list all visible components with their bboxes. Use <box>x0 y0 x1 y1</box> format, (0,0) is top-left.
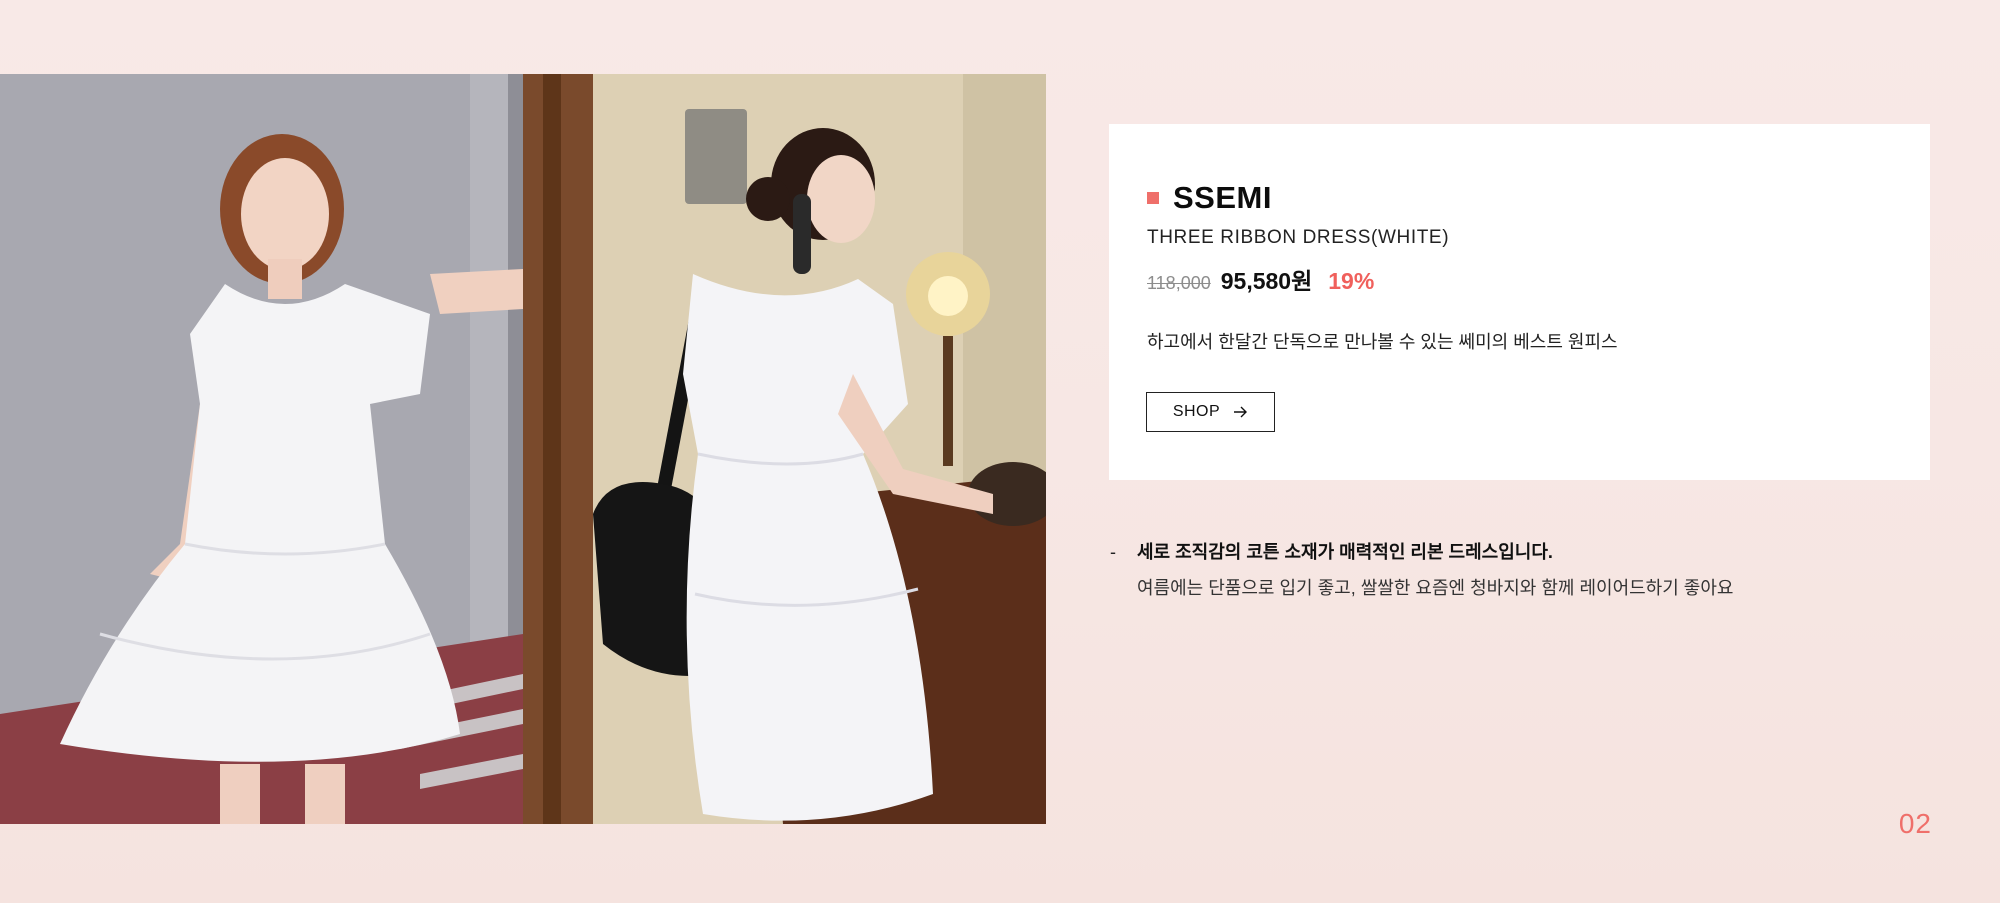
original-price: 118,000 <box>1147 273 1211 293</box>
note-headline: 세로 조직감의 코튼 소재가 매력적인 리본 드레스입니다. <box>1137 542 1553 562</box>
page-number: 02 <box>1898 808 1932 839</box>
product-card: SSEMI THREE RIBBON DRESS(WHITE) 118,000 … <box>1109 124 1930 480</box>
shop-button-label: SHOP <box>1172 403 1221 420</box>
price-row: 118,000 95,580원 19% <box>1147 262 1374 296</box>
shop-button[interactable]: SHOP <box>1146 392 1275 432</box>
brand-marker-icon <box>1147 192 1159 204</box>
arrow-right-icon <box>1234 406 1248 418</box>
brand-row: SSEMI <box>1147 180 1272 216</box>
product-photo-lifestyle <box>523 74 1046 824</box>
product-name: THREE RIBBON DRESS(WHITE) <box>1147 227 1450 248</box>
product-photo-studio <box>0 74 523 824</box>
brand-name: SSEMI <box>1173 180 1272 215</box>
note-headline-row: - 세로 조직감의 코튼 소재가 매력적인 리본 드레스입니다. <box>1110 538 1734 564</box>
note-detail: 여름에는 단품으로 입기 좋고, 쌀쌀한 요즘엔 청바지와 함께 레이어드하기 … <box>1137 578 1734 598</box>
product-description: 하고에서 한달간 단독으로 만나볼 수 있는 쎄미의 베스트 원피스 <box>1147 332 1618 352</box>
discount-rate: 19% <box>1328 268 1375 294</box>
sale-price: 95,580원 <box>1220 268 1313 294</box>
feature-notes: - 세로 조직감의 코튼 소재가 매력적인 리본 드레스입니다. 여름에는 단품… <box>1110 538 1734 600</box>
note-dash: - <box>1110 542 1116 562</box>
